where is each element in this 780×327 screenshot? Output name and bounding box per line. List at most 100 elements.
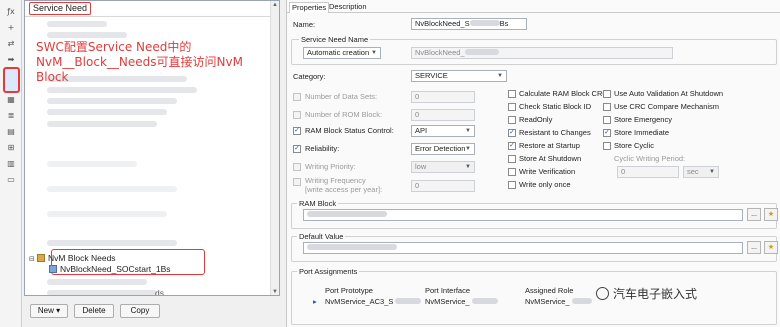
number-of-rom-block-checkbox[interactable] — [293, 111, 301, 119]
service-need-name-field[interactable]: NvBlockNeed_ — [411, 47, 673, 59]
service-needs-icon[interactable] — [3, 67, 20, 93]
tree-header-label: Service Need — [29, 2, 92, 15]
name-value: NvBlockNeed_S — [415, 19, 470, 28]
chevron-down-icon: ▼ — [465, 146, 471, 152]
store-at-shutdown-checkbox[interactable] — [508, 155, 516, 163]
select-value: SERVICE — [415, 71, 448, 80]
copy-button[interactable]: Copy — [120, 304, 160, 318]
check-static-block-id-checkbox[interactable] — [508, 103, 516, 111]
number-of-data-sets-field[interactable]: 0 — [411, 91, 475, 103]
reliability-checkbox[interactable]: ✓ — [293, 145, 301, 153]
ram-block-new-icon[interactable]: ★ — [764, 208, 778, 221]
grid-icon[interactable]: ▦ — [4, 94, 18, 106]
delete-button[interactable]: Delete — [74, 304, 114, 318]
blurred-row — [47, 109, 167, 115]
writing-frequency-checkbox[interactable] — [293, 178, 301, 186]
fx-icon[interactable]: ƒx — [4, 6, 18, 18]
partial-row-text: ds — [155, 288, 164, 296]
add-icon[interactable]: + — [4, 22, 18, 34]
stack-icon[interactable]: ▤ — [4, 126, 18, 138]
writing-frequency-field[interactable]: 0 — [411, 180, 475, 192]
write-only-once-label: Write only once — [519, 180, 571, 189]
new-button[interactable]: New ▾ — [30, 304, 68, 318]
reliability-label: Reliability: — [305, 144, 340, 153]
port-assignments-label: Port Assignments — [297, 267, 360, 276]
name-field[interactable]: NvBlockNeed_S Bs — [411, 18, 527, 30]
write-verification-checkbox[interactable] — [508, 168, 516, 176]
tree-icon[interactable]: ⊞ — [4, 142, 18, 154]
redacted-text — [307, 244, 397, 250]
tab-bar: Properties Description — [287, 0, 780, 13]
writing-frequency-label: Writing Frequency [write access per year… — [305, 176, 383, 194]
service-need-name-mode-select[interactable]: Automatic creation ▼ — [303, 47, 381, 59]
doc-icon[interactable]: ▭ — [4, 174, 18, 186]
store-cyclic-checkbox[interactable] — [603, 142, 611, 150]
list-icon[interactable]: ≣ — [4, 110, 18, 122]
store-immediate-checkbox[interactable]: ✓ — [603, 129, 611, 137]
cyclic-unit-select[interactable]: sec ▼ — [683, 166, 719, 178]
column-port-prototype[interactable]: Port Prototype — [325, 286, 373, 295]
tree-item-nvblockneed[interactable]: NvBlockNeed_SOCstart_1Bs — [49, 264, 171, 274]
ram-block-status-control-checkbox[interactable]: ✓ — [293, 127, 301, 135]
redacted-text — [471, 298, 498, 304]
chevron-down-icon: ▼ — [371, 50, 377, 56]
annotation-callout: SWC配置Service Need中的NvM__Block__Needs可直接访… — [36, 40, 243, 84]
blurred-row — [47, 32, 127, 38]
link-icon[interactable]: ⇄ — [4, 38, 18, 50]
blurred-row — [47, 186, 177, 192]
store-emergency-checkbox[interactable] — [603, 116, 611, 124]
calculate-ram-block-crc-checkbox[interactable] — [508, 90, 516, 98]
table-row[interactable]: NvMService_AC3_S — [325, 297, 422, 307]
resistant-to-changes-checkbox[interactable]: ✓ — [508, 129, 516, 137]
collapse-icon[interactable]: ⊟ — [29, 255, 37, 265]
number-of-data-sets-checkbox[interactable] — [293, 93, 301, 101]
use-auto-validation-checkbox[interactable] — [603, 90, 611, 98]
redacted-text — [395, 298, 422, 304]
field-value: NvBlockNeed_ — [415, 48, 465, 57]
store-emergency-label: Store Emergency — [614, 115, 672, 124]
cyclic-writing-period-label: Cyclic Writing Period: — [614, 154, 686, 163]
blurred-row — [47, 121, 157, 127]
column-port-interface[interactable]: Port Interface — [425, 286, 470, 295]
tree-item-label: NvM Block Needs — [48, 253, 116, 263]
name-label: Name: — [293, 20, 316, 29]
column-assigned-role[interactable]: Assigned Role — [525, 286, 573, 295]
cell-assigned-role: NvMService_ — [525, 297, 570, 306]
stack2-icon[interactable]: ▥ — [4, 158, 18, 170]
cell-port-interface: NvMService_ — [425, 297, 470, 306]
scroll-up-icon[interactable]: ▲ — [271, 1, 279, 10]
restore-at-startup-checkbox[interactable]: ✓ — [508, 142, 516, 150]
redacted-text — [469, 20, 500, 26]
reliability-select[interactable]: Error Detection ▼ — [411, 143, 475, 155]
use-crc-compare-checkbox[interactable] — [603, 103, 611, 111]
default-value-browse-button[interactable]: ... — [747, 241, 761, 254]
blurred-row — [47, 279, 147, 285]
ram-block-browse-button[interactable]: ... — [747, 208, 761, 221]
default-value-field[interactable] — [303, 242, 743, 254]
default-value-new-icon[interactable]: ★ — [764, 241, 778, 254]
restore-at-startup-label: Restore at Startup — [519, 141, 580, 150]
scroll-down-icon[interactable]: ▼ — [271, 288, 279, 295]
number-of-data-sets-label: Number of Data Sets: — [305, 92, 378, 101]
number-of-rom-block-field[interactable]: 0 — [411, 109, 475, 121]
writing-priority-select[interactable]: low ▼ — [411, 161, 475, 173]
watermark-text: 汽车电子嵌入式 — [613, 287, 698, 301]
redacted-text — [571, 298, 592, 304]
cyclic-writing-period-field[interactable]: 0 — [617, 166, 679, 178]
category-select[interactable]: SERVICE ▼ — [411, 70, 507, 82]
ram-block-field[interactable] — [303, 209, 743, 221]
ram-block-status-control-select[interactable]: API ▼ — [411, 125, 475, 137]
write-verification-label: Write Verification — [519, 167, 576, 176]
store-immediate-label: Store Immediate — [614, 128, 670, 137]
tab-description[interactable]: Description — [327, 2, 369, 13]
default-value-label: Default Value — [297, 232, 346, 241]
readonly-label: ReadOnly — [519, 115, 553, 124]
tab-properties[interactable]: Properties — [289, 2, 330, 13]
arrow-icon[interactable]: ➡ — [4, 54, 18, 66]
readonly-checkbox[interactable] — [508, 116, 516, 124]
writing-priority-checkbox[interactable] — [293, 163, 301, 171]
write-only-once-checkbox[interactable] — [508, 181, 516, 189]
redacted-text — [307, 211, 387, 217]
chevron-down-icon: ▼ — [709, 169, 715, 175]
store-cyclic-label: Store Cyclic — [614, 141, 655, 150]
